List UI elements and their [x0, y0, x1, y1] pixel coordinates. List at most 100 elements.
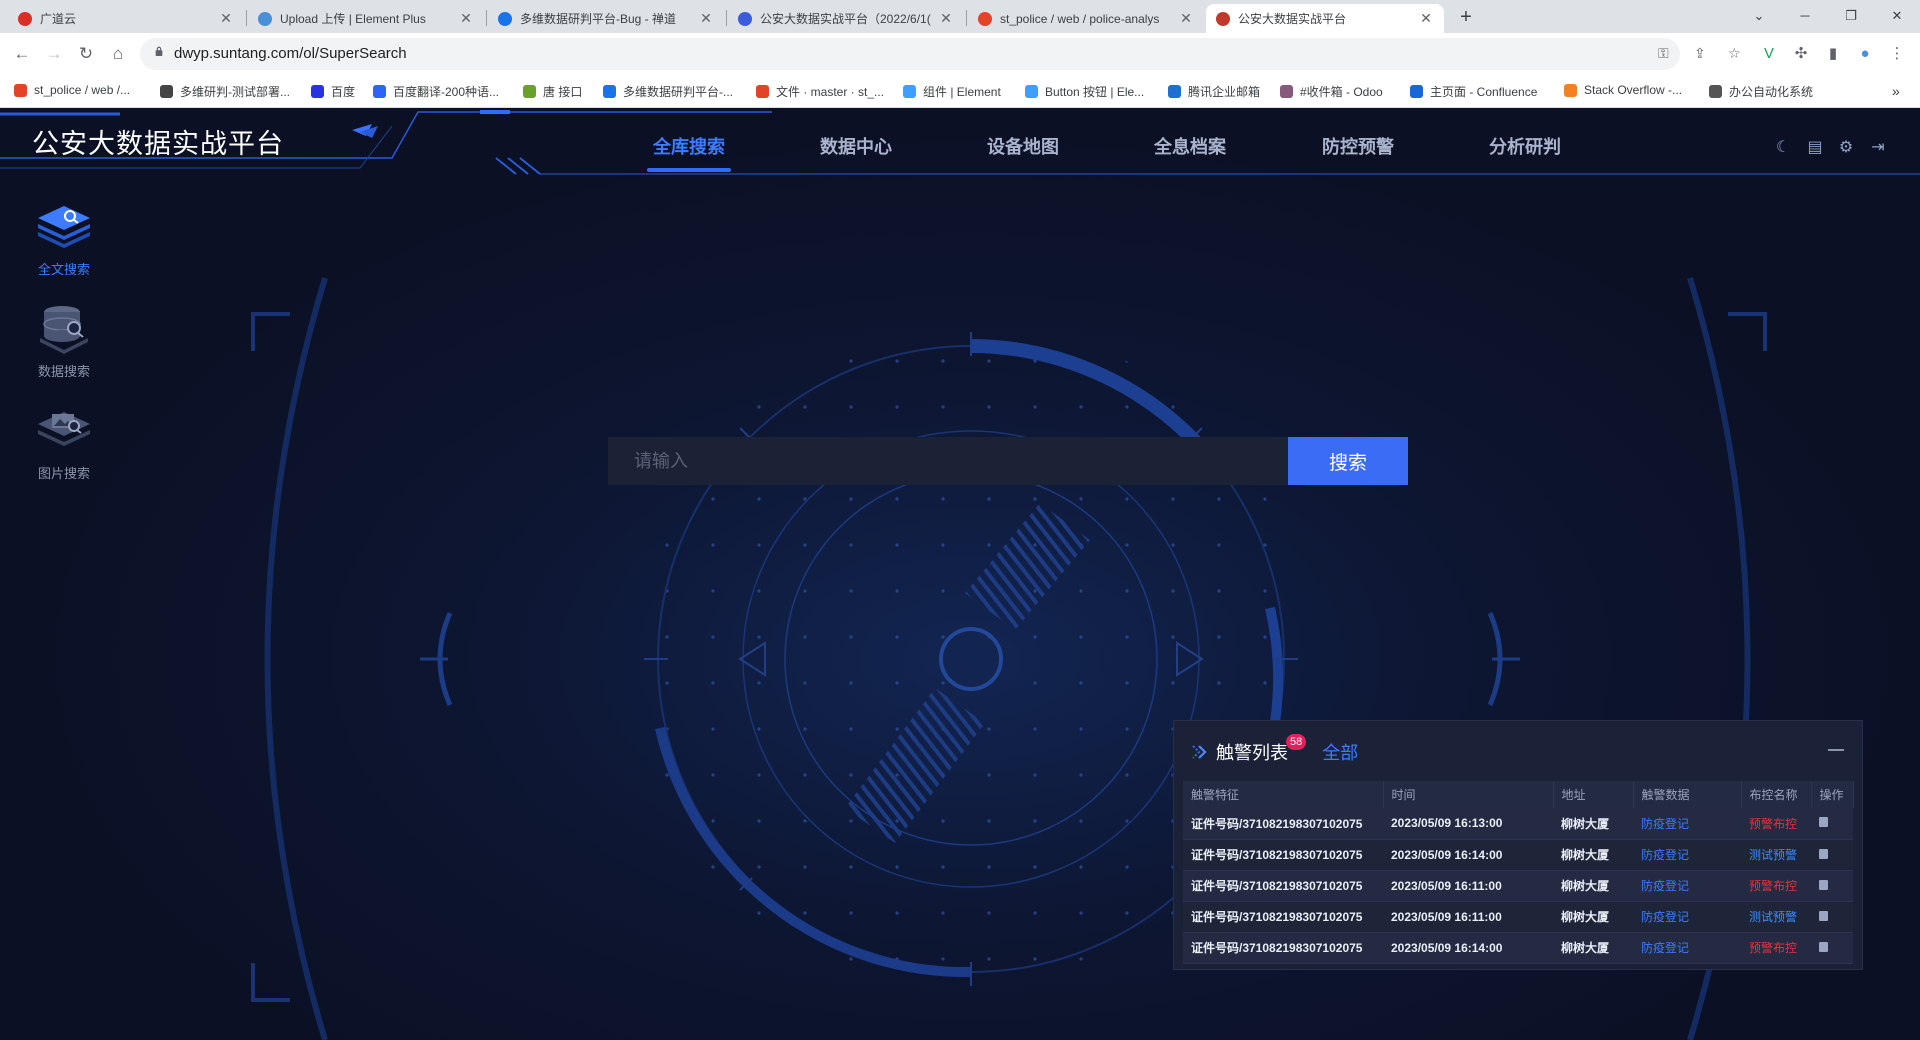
document-icon[interactable] — [1819, 879, 1828, 890]
search-input[interactable] — [608, 437, 1288, 485]
nav-tab-holographic-archive[interactable]: 全息档案 — [1154, 133, 1226, 159]
bookmark-item[interactable]: 百度翻译-200种语... — [373, 83, 499, 100]
nav-tab-full-search[interactable]: 全库搜索 — [653, 133, 725, 159]
alert-data-link[interactable]: 防疫登记 — [1633, 839, 1741, 871]
sidebar-label: 图片搜索 — [37, 466, 90, 481]
bookmark-item[interactable]: 主页面 - Confluence — [1410, 83, 1537, 100]
restore-icon[interactable]: ❐ — [1836, 4, 1866, 28]
alert-data-link[interactable]: 防疫登记 — [1633, 808, 1741, 840]
platform-title: 公安大数据实战平台 — [32, 129, 284, 160]
bookmark-item[interactable]: 多维数据研判平台-... — [603, 83, 733, 100]
sidebar-item-data-search[interactable]: 数据搜索 — [26, 302, 102, 380]
document-icon[interactable] — [1819, 910, 1828, 921]
search-button[interactable]: 搜索 — [1288, 437, 1408, 485]
row-action-cell — [1811, 932, 1853, 964]
minimize-panel-icon[interactable] — [1828, 749, 1844, 751]
alert-data-link[interactable]: 防疫登记 — [1633, 870, 1741, 902]
gear-icon[interactable]: ⚙ — [1836, 138, 1856, 158]
document-icon[interactable] — [1819, 941, 1828, 952]
app-header: 公安大数据实战平台 全库搜索 数据中心 设备地图 全息档案 防控预警 分析研判 … — [0, 108, 1920, 174]
document-icon[interactable] — [1819, 817, 1828, 828]
control-name-link[interactable]: 测试预警 — [1741, 901, 1811, 933]
share-icon[interactable]: ⇪ — [1694, 45, 1706, 62]
control-name-link[interactable]: 预警布控 — [1741, 808, 1811, 840]
document-icon[interactable] — [1819, 848, 1828, 859]
browser-tab[interactable]: 广道云 ✕ — [8, 4, 244, 33]
nav-tab-prevention-warning[interactable]: 防控预警 — [1322, 133, 1394, 159]
tab-close-icon[interactable]: ✕ — [458, 10, 474, 27]
bookmark-favicon-icon — [1025, 85, 1038, 98]
close-window-icon[interactable]: ✕ — [1882, 4, 1912, 28]
alert-time: 2023/05/09 16:14:00 — [1383, 839, 1553, 871]
layers-search-icon — [38, 206, 90, 248]
sidebar-item-full-text-search[interactable]: 全文搜索 — [26, 200, 102, 278]
side-panel-icon[interactable]: ▮ — [1821, 42, 1845, 66]
table-row: 证件号码/371082198307102075 2023/05/09 16:11… — [1183, 870, 1853, 902]
address-bar[interactable]: dwyp.suntang.com/ol/SuperSearch ⚿ ⇪ ☆ — [140, 38, 1741, 70]
tab-favicon-icon — [498, 11, 512, 26]
bookmark-item[interactable]: 组件 | Element — [903, 83, 1001, 100]
extensions-icon[interactable]: ✣ — [1789, 42, 1813, 66]
bookmark-item[interactable]: st_police / web /... — [14, 83, 130, 97]
browser-tab[interactable]: Upload 上传 | Element Plus ✕ — [248, 4, 484, 33]
bookmark-label: 主页面 - Confluence — [1430, 85, 1538, 99]
tab-label: 公安大数据实战平台 — [1238, 12, 1347, 26]
bookmark-item[interactable]: 百度 — [311, 83, 355, 100]
tab-close-icon[interactable]: ✕ — [1418, 10, 1434, 27]
tab-search-icon[interactable]: ⌄ — [1744, 4, 1774, 28]
nav-tab-data-center[interactable]: 数据中心 — [820, 133, 892, 159]
tab-close-icon[interactable]: ✕ — [938, 10, 954, 27]
tab-close-icon[interactable]: ✕ — [1178, 10, 1194, 27]
logout-icon[interactable]: ⇥ — [1868, 138, 1888, 158]
forward-icon[interactable]: → — [42, 42, 66, 66]
browser-tab[interactable]: 公安大数据实战平台（2022/6/1( ✕ — [728, 4, 964, 33]
home-icon[interactable]: ⌂ — [106, 42, 130, 66]
clipboard-icon[interactable]: ▤ — [1805, 138, 1825, 158]
alert-time: 2023/05/09 16:14:00 — [1383, 932, 1553, 964]
bookmark-item[interactable]: 唐 接口 — [523, 83, 582, 100]
alert-feature: 证件号码/371082198307102075 — [1183, 870, 1383, 902]
moon-icon[interactable]: ☾ — [1773, 138, 1793, 158]
alert-table: 触警特征 时间 地址 触警数据 布控名称 操作 证件号码/37108219830… — [1183, 781, 1854, 964]
nav-tab-analysis[interactable]: 分析研判 — [1489, 133, 1561, 159]
bookmark-label: #收件箱 - Odoo — [1300, 85, 1383, 99]
bookmark-item[interactable]: Stack Overflow -... — [1564, 83, 1682, 97]
bookmark-item[interactable]: #收件箱 - Odoo — [1280, 83, 1383, 100]
show-all-link[interactable]: 全部 — [1322, 739, 1358, 765]
bookmark-item[interactable]: 办公自动化系统 — [1709, 83, 1813, 100]
browser-tab[interactable]: st_police / web / police-analys ✕ — [968, 4, 1204, 33]
bookmark-item[interactable]: Button 按钮 | Ele... — [1025, 83, 1144, 100]
alert-address: 柳树大厦 — [1553, 839, 1633, 871]
control-name-link[interactable]: 测试预警 — [1741, 839, 1811, 871]
column-header: 操作 — [1811, 781, 1854, 808]
bookmarks-overflow-icon[interactable]: » — [1892, 83, 1900, 99]
sidebar-label: 数据搜索 — [37, 364, 90, 379]
nav-tab-device-map[interactable]: 设备地图 — [987, 133, 1059, 159]
star-icon[interactable]: ☆ — [1728, 45, 1741, 62]
extension-v-icon[interactable]: V — [1757, 42, 1781, 66]
sidebar-item-image-search[interactable]: 图片搜索 — [26, 404, 102, 482]
tab-label: 公安大数据实战平台（2022/6/1( — [760, 12, 931, 26]
back-icon[interactable]: ← — [10, 42, 34, 66]
minimize-icon[interactable]: ─ — [1790, 4, 1820, 28]
column-header: 地址 — [1553, 781, 1634, 808]
alert-data-link[interactable]: 防疫登记 — [1633, 932, 1741, 964]
control-name-link[interactable]: 预警布控 — [1741, 932, 1811, 964]
alert-data-link[interactable]: 防疫登记 — [1633, 901, 1741, 933]
key-icon[interactable]: ⚿ — [1658, 45, 1669, 62]
bookmark-item[interactable]: 文件 · master · st_... — [756, 83, 884, 100]
bookmark-item[interactable]: 腾讯企业邮箱 — [1168, 83, 1260, 100]
tab-close-icon[interactable]: ✕ — [218, 10, 234, 27]
browser-tab-active[interactable]: 公安大数据实战平台 ✕ — [1206, 4, 1444, 33]
menu-icon[interactable]: ⋮ — [1885, 42, 1909, 66]
profile-avatar-icon[interactable]: ● — [1853, 42, 1877, 66]
bookmark-label: Button 按钮 | Ele... — [1045, 85, 1145, 99]
browser-tab[interactable]: 多维数据研判平台-Bug - 禅道 ✕ — [488, 4, 724, 33]
reload-icon[interactable]: ↻ — [74, 42, 98, 66]
tab-favicon-icon — [1216, 11, 1230, 26]
bookmark-item[interactable]: 多维研判-测试部署... — [160, 83, 290, 100]
new-tab-icon[interactable]: + — [1454, 6, 1478, 30]
tab-close-icon[interactable]: ✕ — [698, 10, 714, 27]
control-name-link[interactable]: 预警布控 — [1741, 870, 1811, 902]
alert-time: 2023/05/09 16:13:00 — [1383, 808, 1553, 840]
